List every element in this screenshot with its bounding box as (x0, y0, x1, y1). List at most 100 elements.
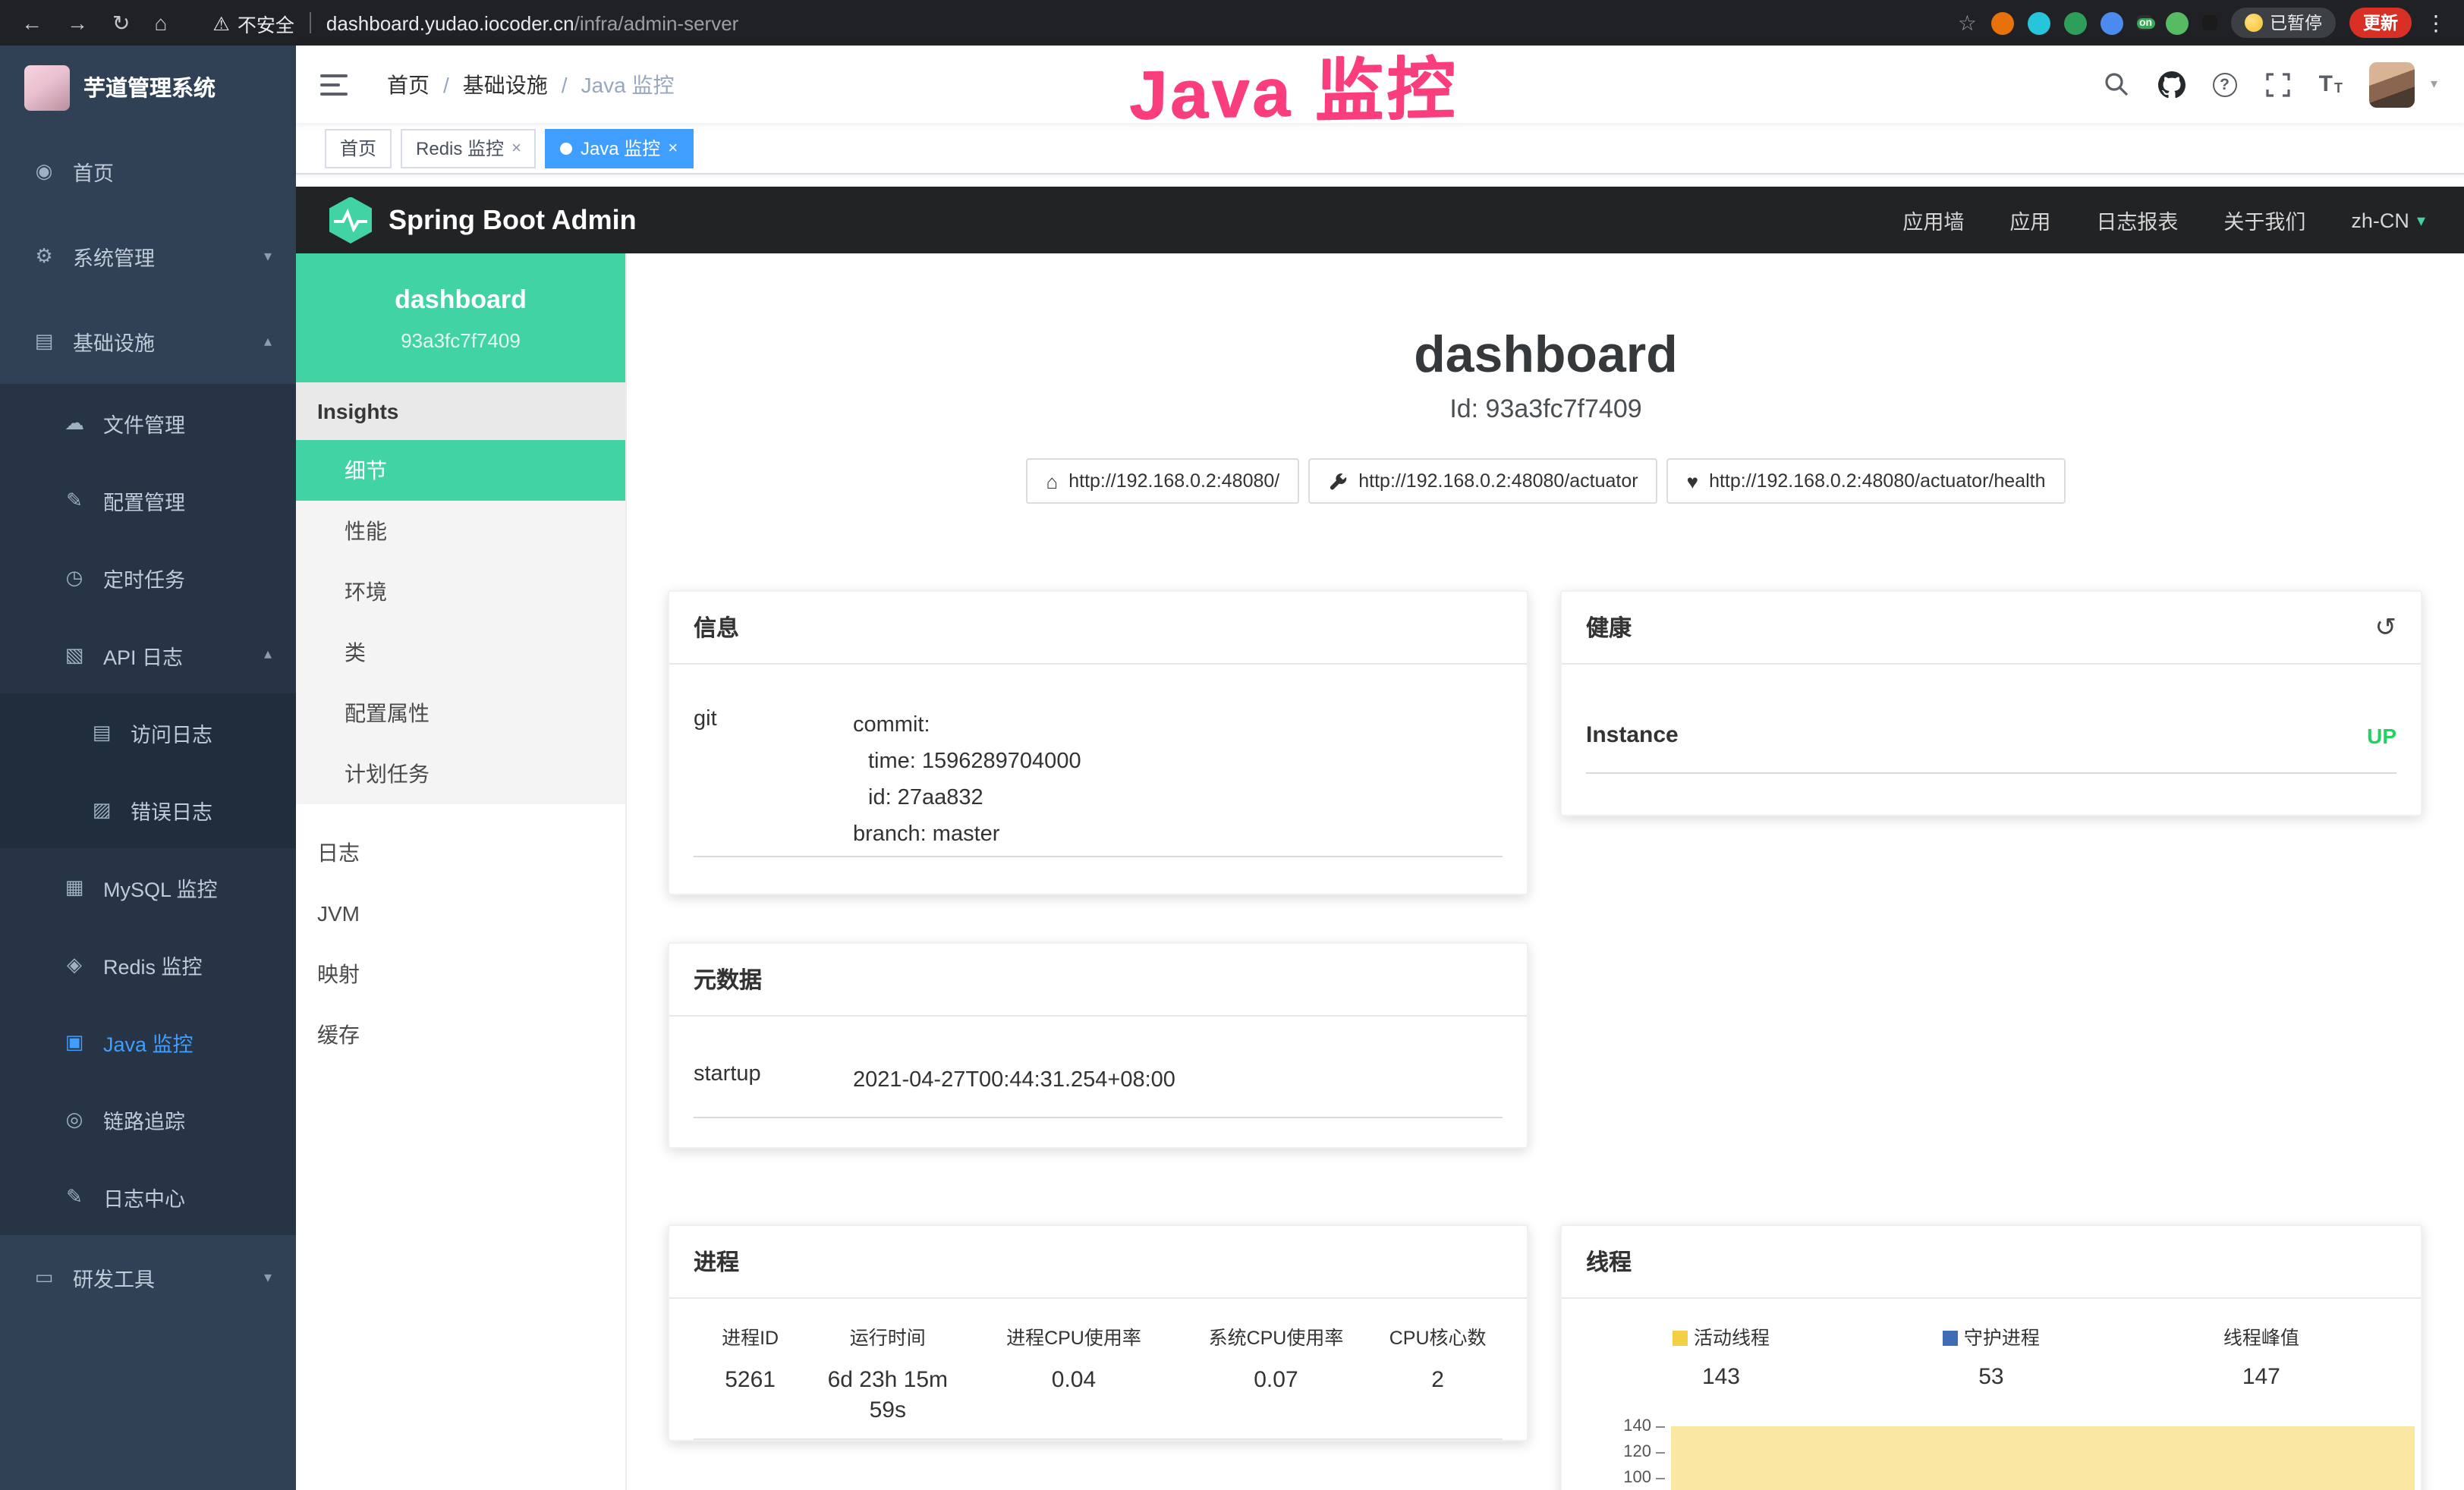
extension-icon-4[interactable] (2100, 11, 2123, 34)
sidebar-item-tracing[interactable]: ◎ 链路追踪 (0, 1080, 296, 1158)
extension-icon-on[interactable]: on (2136, 15, 2151, 30)
sidebar-item-label: Java 监控 (103, 1026, 194, 1057)
close-icon[interactable]: × (668, 139, 678, 157)
sidebar-item-redis[interactable]: ◈ Redis 监控 (0, 926, 296, 1003)
locale-value: zh-CN (2351, 209, 2409, 231)
extension-icon-5[interactable] (2165, 11, 2188, 34)
sba-nav-about[interactable]: 关于我们 (2223, 205, 2305, 235)
extension-icon-1[interactable] (1990, 11, 2013, 34)
sba-item-metrics[interactable]: 性能 (296, 501, 625, 561)
breadcrumb-home[interactable]: 首页 (387, 69, 430, 99)
help-icon[interactable]: ? (2213, 72, 2237, 96)
sba-item-configprops[interactable]: 配置属性 (296, 683, 625, 743)
bookmark-star-icon[interactable]: ☆ (1958, 10, 1977, 36)
sidebar-item-infra[interactable]: ▤ 基础设施 ▴ (0, 299, 296, 384)
instance-links: ⌂ http://192.168.0.2:48080/ http://192.1… (627, 458, 2464, 504)
system-cpu-value: 0.07 (1179, 1366, 1374, 1426)
card-info: 信息 git commit: time: 1596289704000 id: 2… (668, 590, 1528, 895)
reload-icon[interactable]: ↻ (112, 10, 130, 36)
sba-locale-select[interactable]: zh-CN ▾ (2351, 209, 2425, 231)
cloud-icon: ☁ (61, 410, 88, 435)
sidebar-item-error-log[interactable]: ▨ 错误日志 (0, 771, 296, 848)
sidebar-item-system[interactable]: ⚙ 系统管理 ▾ (0, 214, 296, 299)
card-process: 进程 进程ID 运行时间 进程CPU使用率 系统CPU使用率 CPU核心数 52… (668, 1224, 1528, 1441)
extension-icon-2[interactable] (2027, 11, 2050, 34)
security-indicator[interactable]: ⚠ 不安全 (212, 8, 294, 37)
extension-icon-3[interactable] (2063, 11, 2086, 34)
breadcrumb-infra[interactable]: 基础设施 (463, 69, 548, 99)
sidebar-item-api-log[interactable]: ▧ API 日志 ▴ (0, 616, 296, 693)
sba-item-mappings[interactable]: 映射 (296, 944, 625, 1004)
sba-logo-icon[interactable] (329, 196, 372, 244)
search-icon[interactable] (2104, 71, 2131, 98)
sba-item-classes[interactable]: 类 (296, 622, 625, 683)
forward-icon[interactable]: → (67, 11, 88, 35)
browser-menu-icon[interactable]: ⋮ (2425, 10, 2447, 36)
active-dot (561, 142, 573, 154)
chevron-up-icon: ▴ (264, 333, 272, 350)
info-key: git (694, 707, 853, 853)
sidebar-item-mysql[interactable]: ▦ MySQL 监控 (0, 848, 296, 926)
toolbox-icon: ▭ (30, 1265, 58, 1290)
fullscreen-icon[interactable] (2264, 71, 2292, 98)
card-metadata-header: 元数据 (669, 944, 1527, 1017)
sidebar-item-label: 首页 (73, 156, 114, 187)
sidebar-item-jobs[interactable]: ◷ 定时任务 (0, 539, 296, 616)
heartbeat-icon: ♥ (1687, 470, 1698, 492)
tab-java-monitor[interactable]: Java 监控 × (546, 128, 693, 168)
font-size-icon[interactable]: T T (2319, 73, 2343, 96)
history-icon[interactable]: ↺ (2375, 612, 2397, 643)
sba-item-scheduled-tasks[interactable]: 计划任务 (296, 743, 625, 804)
on-badge: on (2136, 18, 2155, 29)
live-threads-value: 143 (1586, 1363, 1856, 1393)
paused-badge[interactable]: 已暂停 (2230, 8, 2336, 38)
sidebar-item-java-monitor[interactable]: ▣ Java 监控 (0, 1003, 296, 1080)
service-url-link[interactable]: ⌂ http://192.168.0.2:48080/ (1027, 458, 1300, 504)
sidebar-item-devtools[interactable]: ▭ 研发工具 ▾ (0, 1235, 296, 1320)
actuator-url-link[interactable]: http://192.168.0.2:48080/actuator (1308, 458, 1657, 504)
security-label: 不安全 (238, 8, 294, 37)
back-icon[interactable]: ← (21, 11, 42, 35)
sidebar-item-config[interactable]: ✎ 配置管理 (0, 461, 296, 539)
font-size-large: T (2319, 73, 2333, 96)
clock-icon: ◷ (61, 565, 88, 589)
sidebar-item-home[interactable]: ◉ 首页 (0, 129, 296, 214)
sba-item-environment[interactable]: 环境 (296, 561, 625, 622)
col-uptime: 运行时间 (807, 1326, 968, 1350)
sba-item-logs[interactable]: 日志 (296, 822, 625, 883)
instance-id: 93a3fc7f7409 (296, 329, 625, 352)
extension-icon-6[interactable] (2201, 15, 2217, 30)
sba-nav-applications[interactable]: 应用 (2009, 205, 2050, 235)
user-avatar[interactable] (2370, 61, 2415, 107)
sidebar-item-access-log[interactable]: ▤ 访问日志 (0, 693, 296, 771)
update-button[interactable]: 更新 (2349, 8, 2412, 38)
home-icon[interactable]: ⌂ (154, 11, 167, 35)
tab-home[interactable]: 首页 (325, 128, 392, 168)
link-label: http://192.168.0.2:48080/actuator/health (1709, 470, 2045, 492)
address-bar[interactable]: dashboard.yudao.iocoder.cn/infra/admin-s… (326, 11, 738, 34)
health-url-link[interactable]: ♥ http://192.168.0.2:48080/actuator/heal… (1667, 458, 2066, 504)
card-process-header: 进程 (669, 1226, 1527, 1299)
github-icon[interactable] (2158, 71, 2186, 98)
metadata-key: startup (694, 1062, 853, 1099)
app-logo[interactable]: 芋道管理系统 (0, 46, 296, 129)
sidebar-toggle[interactable] (320, 74, 348, 95)
document-icon: ▤ (88, 720, 115, 744)
sba-brand-title[interactable]: Spring Boot Admin (389, 204, 637, 236)
tab-redis-monitor[interactable]: Redis 监控 × (401, 128, 537, 168)
sba-item-jvm[interactable]: JVM (296, 883, 625, 944)
sidebar-item-files[interactable]: ☁ 文件管理 (0, 384, 296, 461)
sba-instance-block[interactable]: dashboard 93a3fc7f7409 (296, 253, 625, 382)
logo-title: 芋道管理系统 (83, 71, 216, 103)
browser-toolbar: ← → ↻ ⌂ ⚠ 不安全 dashboard.yudao.iocoder.cn… (0, 0, 2464, 46)
sba-item-details[interactable]: 细节 (296, 440, 625, 501)
breadcrumb: 首页 / 基础设施 / Java 监控 (387, 69, 675, 99)
sidebar-item-label: 链路追踪 (103, 1104, 185, 1134)
caret-down-icon[interactable]: ▾ (2431, 76, 2437, 93)
sba-item-caches[interactable]: 缓存 (296, 1004, 625, 1065)
sidebar-item-log-center[interactable]: ✎ 日志中心 (0, 1158, 296, 1235)
sidebar-item-label: 定时任务 (103, 562, 185, 593)
sba-nav-journal[interactable]: 日志报表 (2096, 205, 2178, 235)
sba-nav-wallboard[interactable]: 应用墙 (1902, 205, 1964, 235)
close-icon[interactable]: × (511, 139, 521, 157)
